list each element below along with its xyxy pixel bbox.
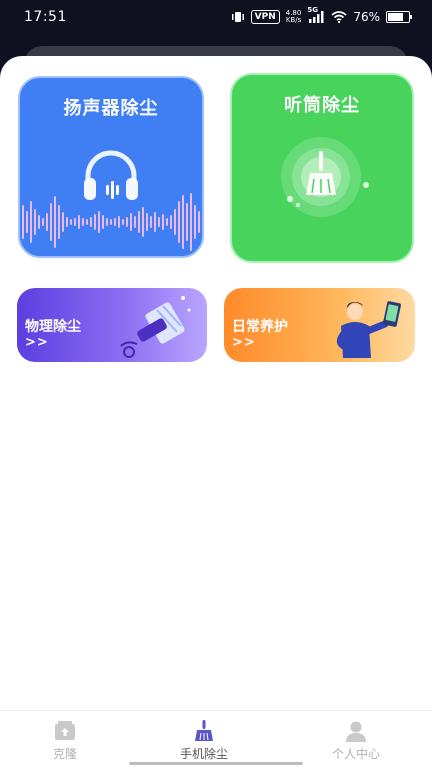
person-phone-illustration: [336, 301, 401, 358]
net-speed-unit: KB/s: [285, 16, 302, 24]
sound-wave-graphic: [22, 193, 200, 251]
wifi-icon: [331, 11, 347, 23]
person-icon: [346, 721, 366, 742]
brush-illustration: [120, 296, 191, 358]
daily-card-title: 日常养护: [232, 319, 288, 335]
receiver-dust-card[interactable]: 听筒除尘: [230, 73, 414, 263]
status-icons: VPN 4.80 KB/s 5G 76%: [231, 6, 412, 24]
signal-icon: [309, 11, 324, 23]
broom-icon: [195, 720, 213, 741]
net-speed: 4.80 KB/s: [286, 10, 302, 24]
home-indicator[interactable]: [129, 762, 303, 765]
clone-icon: [55, 721, 75, 740]
battery-text: 76%: [353, 10, 380, 24]
broom-icon: [281, 137, 369, 217]
bottom-tab-bar: 克隆 手机除尘 个人中心: [0, 710, 432, 769]
battery-fill: [388, 13, 404, 21]
vpn-badge: VPN: [250, 10, 280, 24]
vibrate-icon: [231, 12, 244, 22]
status-bar: 17:51 VPN 4.80 KB/s 5G 76%: [0, 0, 432, 36]
signal-indicator: 5G: [307, 6, 325, 23]
physical-card-title: 物理除尘: [25, 319, 81, 335]
daily-care-card[interactable]: 日常养护 >>: [224, 288, 415, 362]
daily-card-arrow: >>: [232, 335, 256, 350]
tab-clone-label: 克隆: [52, 747, 77, 761]
tab-profile[interactable]: 个人中心: [301, 719, 411, 762]
tab-profile-label: 个人中心: [331, 747, 380, 761]
physical-dust-card[interactable]: 物理除尘 >>: [17, 288, 207, 362]
tab-phone-dust-label: 手机除尘: [179, 747, 228, 761]
status-time: 17:51: [24, 9, 67, 25]
receiver-card-title: 听筒除尘: [284, 95, 360, 116]
tab-clone[interactable]: 克隆: [10, 719, 120, 762]
battery-icon: [386, 11, 412, 23]
speaker-dust-card[interactable]: 扬声器除尘: [18, 76, 204, 258]
tab-phone-dust[interactable]: 手机除尘: [149, 719, 259, 762]
speaker-card-title: 扬声器除尘: [63, 98, 159, 119]
physical-card-arrow: >>: [25, 335, 49, 350]
